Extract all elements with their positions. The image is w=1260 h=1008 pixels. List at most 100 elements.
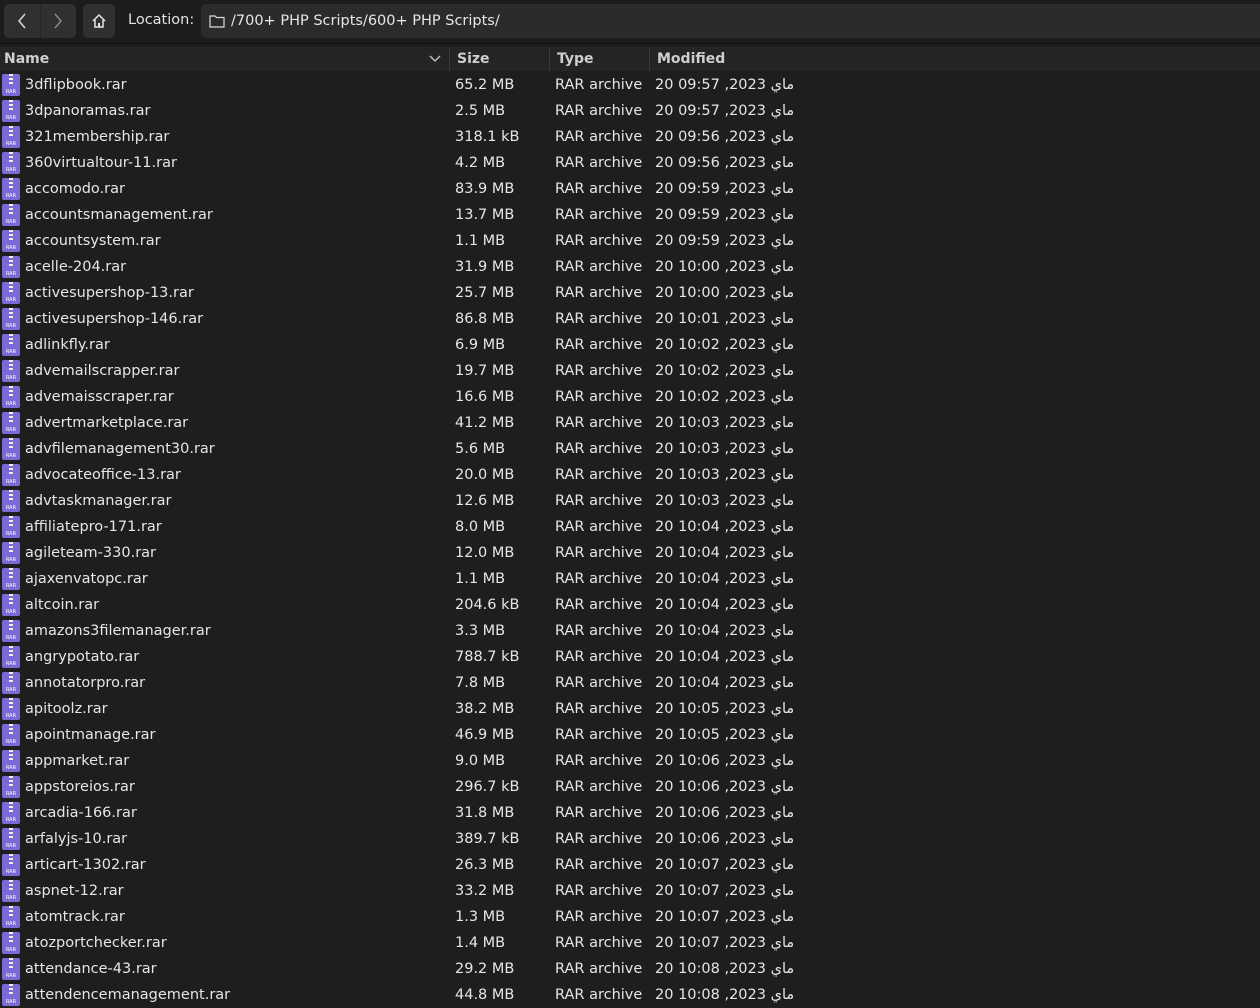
file-name: 3dflipbook.rar (25, 77, 127, 93)
file-row[interactable]: RAR accountsmanagement.rar 13.7 MB RAR arch… (0, 202, 1260, 228)
file-row[interactable]: RAR adlinkfly.rar 6.9 MB RAR archive 20 ماي … (0, 332, 1260, 358)
file-row[interactable]: RAR 360virtualtour-11.rar 4.2 MB RAR archiv… (0, 150, 1260, 176)
file-row[interactable]: RAR acelle-204.rar 31.9 MB RAR archive 20 ما… (0, 254, 1260, 280)
rar-archive-icon: RAR (2, 176, 20, 202)
location-path: /700+ PHP Scripts/600+ PHP Scripts/ (231, 13, 500, 29)
file-type: RAR archive (555, 545, 643, 561)
file-row[interactable]: RAR atomtrack.rar 1.3 MB RAR archive 20 ماي … (0, 904, 1260, 930)
column-size[interactable]: Size (449, 47, 549, 71)
file-row[interactable]: RAR activesupershop-13.rar 25.7 MB RAR arch… (0, 280, 1260, 306)
file-row[interactable]: RAR advemaisscraper.rar 16.6 MB RAR archive… (0, 384, 1260, 410)
file-name: angrypotato.rar (25, 649, 140, 665)
file-row[interactable]: RAR arcadia-166.rar 31.8 MB RAR archive 20 م… (0, 800, 1260, 826)
rar-archive-icon: RAR (2, 98, 20, 124)
file-row[interactable]: RAR apitoolz.rar 38.2 MB RAR archive 20 ماي … (0, 696, 1260, 722)
file-row[interactable]: RAR 321membership.rar 318.1 kB RAR archive 2… (0, 124, 1260, 150)
file-name: advfilemanagement30.rar (25, 441, 215, 457)
file-modified: 20 ماي 2023, 09:56 (655, 129, 795, 145)
rar-archive-icon: RAR (2, 904, 20, 930)
file-name: atozportchecker.rar (25, 935, 167, 951)
file-row[interactable]: RAR accomodo.rar 83.9 MB RAR archive 20 ماي … (0, 176, 1260, 202)
file-type: RAR archive (555, 935, 643, 951)
column-type[interactable]: Type (549, 47, 649, 71)
file-modified: 20 ماي 2023, 10:03 (655, 441, 795, 457)
file-size: 33.2 MB (455, 883, 515, 899)
file-row[interactable]: RAR appmarket.rar 9.0 MB RAR archive 20 ماي … (0, 748, 1260, 774)
rar-archive-icon: RAR (2, 254, 20, 280)
file-row[interactable]: RAR attendance-43.rar 29.2 MB RAR archive 20… (0, 956, 1260, 982)
column-modified[interactable]: Modified (649, 47, 1260, 71)
file-row[interactable]: RAR atozportchecker.rar 1.4 MB RAR archive 2… (0, 930, 1260, 956)
file-type: RAR archive (555, 363, 643, 379)
file-row[interactable]: RAR apointmanage.rar 46.9 MB RAR archive 20 … (0, 722, 1260, 748)
file-modified: 20 ماي 2023, 10:00 (655, 285, 795, 301)
file-row[interactable]: RAR angrypotato.rar 788.7 kB RAR archive 20 … (0, 644, 1260, 670)
file-row[interactable]: RAR appstoreios.rar 296.7 kB RAR archive 20 … (0, 774, 1260, 800)
file-name: 360virtualtour-11.rar (25, 155, 177, 171)
rar-archive-icon: RAR (2, 514, 20, 540)
file-row[interactable]: RAR accountsystem.rar 1.1 MB RAR archive 20 … (0, 228, 1260, 254)
file-modified: 20 ماي 2023, 10:02 (655, 389, 795, 405)
file-size: 65.2 MB (455, 77, 515, 93)
file-row[interactable]: RAR articart-1302.rar 26.3 MB RAR archive 20… (0, 852, 1260, 878)
file-name: advtaskmanager.rar (25, 493, 172, 509)
file-type: RAR archive (555, 129, 643, 145)
file-name: aspnet-12.rar (25, 883, 124, 899)
file-row[interactable]: RAR advocateoffice-13.rar 20.0 MB RAR archi… (0, 462, 1260, 488)
file-row[interactable]: RAR amazons3filemanager.rar 3.3 MB RAR arch… (0, 618, 1260, 644)
file-row[interactable]: RAR ajaxenvatopc.rar 1.1 MB RAR archive 20 م… (0, 566, 1260, 592)
file-row[interactable]: RAR altcoin.rar 204.6 kB RAR archive 20 ماي … (0, 592, 1260, 618)
rar-archive-icon: RAR (2, 930, 20, 956)
file-row[interactable]: RAR advfilemanagement30.rar 5.6 MB RAR arch… (0, 436, 1260, 462)
column-modified-label: Modified (657, 51, 726, 67)
file-size: 26.3 MB (455, 857, 515, 873)
rar-archive-icon: RAR (2, 384, 20, 410)
file-modified: 20 ماي 2023, 10:04 (655, 675, 795, 691)
file-row[interactable]: RAR affiliatepro-171.rar 8.0 MB RAR archive… (0, 514, 1260, 540)
file-row[interactable]: RAR aspnet-12.rar 33.2 MB RAR archive 20 ماي… (0, 878, 1260, 904)
file-name: activesupershop-13.rar (25, 285, 194, 301)
location-field[interactable]: /700+ PHP Scripts/600+ PHP Scripts/ (201, 4, 1260, 38)
file-row[interactable]: RAR advemailscrapper.rar 19.7 MB RAR archiv… (0, 358, 1260, 384)
forward-button[interactable] (39, 4, 77, 38)
file-type: RAR archive (555, 103, 643, 119)
rar-archive-icon: RAR (2, 826, 20, 852)
file-type: RAR archive (555, 805, 643, 821)
file-modified: 20 ماي 2023, 10:01 (655, 311, 795, 327)
file-row[interactable]: RAR activesupershop-146.rar 86.8 MB RAR arc… (0, 306, 1260, 332)
rar-archive-icon: RAR (2, 878, 20, 904)
file-row[interactable]: RAR 3dflipbook.rar 65.2 MB RAR archive 20 ما… (0, 72, 1260, 98)
file-row[interactable]: RAR arfalyjs-10.rar 389.7 kB RAR archive 20 … (0, 826, 1260, 852)
back-button[interactable] (4, 4, 40, 38)
file-row[interactable]: RAR annotatorpro.rar 7.8 MB RAR archive 20 م… (0, 670, 1260, 696)
file-type: RAR archive (555, 649, 643, 665)
file-name: annotatorpro.rar (25, 675, 146, 691)
file-modified: 20 ماي 2023, 09:59 (655, 233, 795, 249)
file-row[interactable]: RAR 3dpanoramas.rar 2.5 MB RAR archive 20 ما… (0, 98, 1260, 124)
file-type: RAR archive (555, 987, 643, 1003)
file-type: RAR archive (555, 441, 643, 457)
file-size: 46.9 MB (455, 727, 515, 743)
rar-archive-icon: RAR (2, 540, 20, 566)
file-row[interactable]: RAR advertmarketplace.rar 41.2 MB RAR archi… (0, 410, 1260, 436)
folder-icon (209, 14, 225, 28)
file-type: RAR archive (555, 727, 643, 743)
file-size: 204.6 kB (455, 597, 520, 613)
file-name: activesupershop-146.rar (25, 311, 204, 327)
file-type: RAR archive (555, 857, 643, 873)
file-size: 7.8 MB (455, 675, 506, 691)
chevron-down-icon (429, 55, 441, 63)
file-name: appstoreios.rar (25, 779, 135, 795)
file-type: RAR archive (555, 207, 643, 223)
home-button[interactable] (83, 4, 115, 38)
file-row[interactable]: RAR attendencemanagement.rar 44.8 MB RAR ar… (0, 982, 1260, 1008)
file-type: RAR archive (555, 831, 643, 847)
file-type: RAR archive (555, 493, 643, 509)
file-modified: 20 ماي 2023, 10:04 (655, 545, 795, 561)
file-modified: 20 ماي 2023, 10:07 (655, 935, 795, 951)
column-name[interactable]: Name (0, 47, 449, 71)
file-size: 788.7 kB (455, 649, 520, 665)
file-modified: 20 ماي 2023, 10:04 (655, 649, 795, 665)
file-row[interactable]: RAR agileteam-330.rar 12.0 MB RAR archive 20… (0, 540, 1260, 566)
file-row[interactable]: RAR advtaskmanager.rar 12.6 MB RAR archive 2… (0, 488, 1260, 514)
